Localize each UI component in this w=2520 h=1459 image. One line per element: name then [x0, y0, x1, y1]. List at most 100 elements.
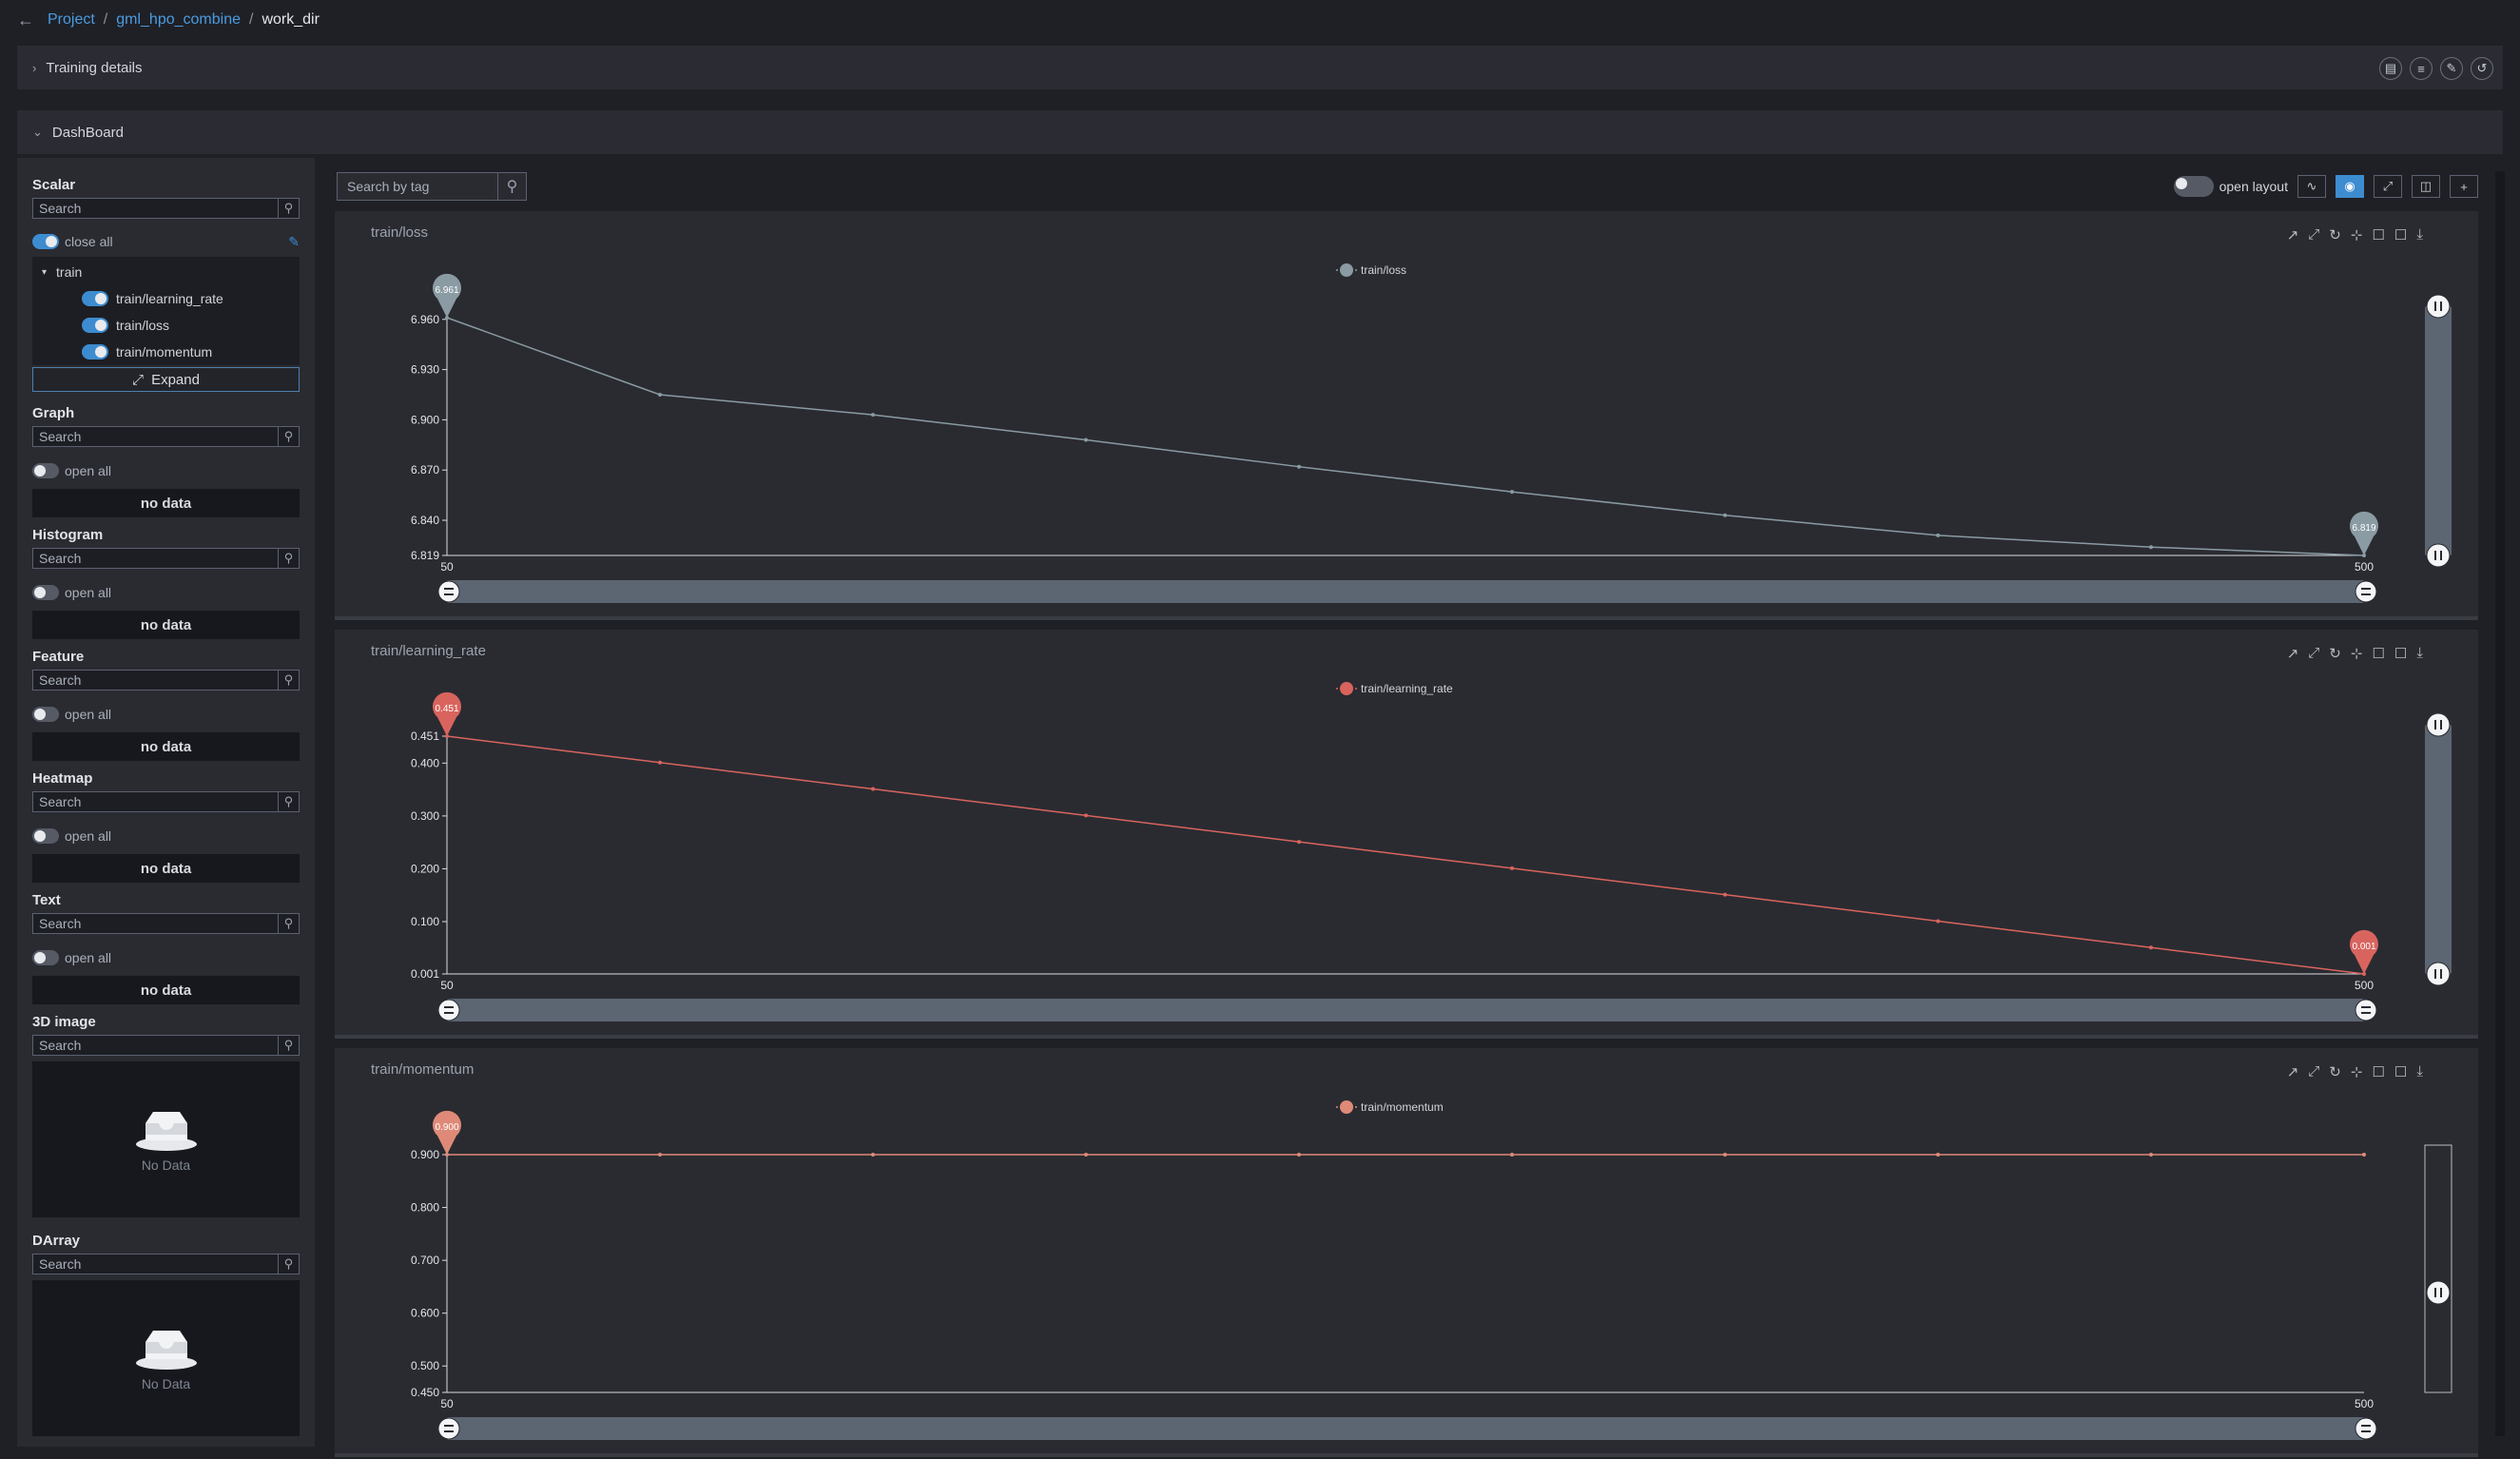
darray-search[interactable]: Search ⚲: [32, 1254, 300, 1274]
chart-panel-loss: train/loss ↗ ⤢ ↻ ⊹ ☐ ☐ ⤓ train/loss 6.960 6.930 6.9…: [335, 211, 2478, 620]
marker-label: 0.451: [435, 704, 458, 714]
x-zoom-handle: [437, 1417, 460, 1440]
back-arrow-icon[interactable]: ←: [17, 10, 34, 30]
feature-open-all-row: open all: [32, 704, 300, 725]
smooth-icon[interactable]: ∿: [2297, 175, 2326, 198]
add-icon[interactable]: +: [2450, 175, 2478, 198]
tag-search[interactable]: Search by tag ⚲: [337, 172, 527, 201]
data-point: [1936, 1153, 1940, 1157]
value-marker-pin: 0.001: [2350, 929, 2378, 974]
training-details-actions: ▤ ≡ ✎ ↺: [2379, 57, 2493, 80]
edit-icon[interactable]: ✎: [288, 234, 300, 250]
layout-icon[interactable]: ◫: [2412, 175, 2440, 198]
search-icon[interactable]: ⚲: [278, 914, 299, 933]
graph-search[interactable]: Search ⚲: [32, 426, 300, 447]
layers-icon[interactable]: ≡: [2410, 57, 2433, 80]
open-all-toggle[interactable]: [32, 585, 59, 600]
share-icon[interactable]: ↺: [2471, 57, 2493, 80]
histogram-search-input[interactable]: Search: [33, 549, 278, 568]
dashboard-header[interactable]: ⌄ DashBoard: [17, 110, 2503, 154]
marker-label: 6.819: [2352, 523, 2375, 534]
marker-pin-icon[interactable]: ◉: [2336, 175, 2364, 198]
feature-search-input[interactable]: Search: [33, 671, 278, 690]
x-zoom-slider: [447, 999, 2364, 1021]
data-point: [1297, 840, 1301, 845]
feature-search[interactable]: Search ⚲: [32, 670, 300, 691]
y-tick-label: 6.900: [411, 413, 439, 426]
darray-title: DArray: [32, 1233, 81, 1249]
scalar-search[interactable]: Search ⚲: [32, 198, 300, 219]
breadcrumb-project[interactable]: Project: [48, 11, 95, 29]
breadcrumb-combine[interactable]: gml_hpo_combine: [116, 11, 241, 29]
search-icon[interactable]: ⚲: [278, 427, 299, 446]
momentum-toggle[interactable]: [82, 344, 108, 360]
y-zoom-slider: [2425, 306, 2452, 555]
edit-icon[interactable]: ✎: [2440, 57, 2463, 80]
data-point: [1723, 1153, 1727, 1157]
image3d-search[interactable]: Search ⚲: [32, 1035, 300, 1056]
darray-search-input[interactable]: Search: [33, 1255, 278, 1274]
empty-inbox-icon: [135, 1112, 197, 1151]
heatmap-search[interactable]: Search ⚲: [32, 791, 300, 812]
open-all-toggle[interactable]: [32, 828, 59, 844]
learning-rate-toggle[interactable]: [82, 291, 108, 306]
search-icon[interactable]: ⚲: [278, 549, 299, 568]
search-icon[interactable]: ⚲: [278, 199, 299, 218]
x-tick-label: 50: [440, 1397, 454, 1410]
tree-item-label: train/momentum: [116, 344, 213, 360]
image3d-search-input[interactable]: Search: [33, 1036, 278, 1055]
open-layout-toggle[interactable]: [2173, 176, 2214, 197]
chart-panel-momentum: train/momentum ↗ ⤢ ↻ ⊹ ☐ ☐ ⤓ train/momentum 0.900…: [335, 1048, 2478, 1457]
y-zoom-handle: [2426, 712, 2451, 737]
tag-search-input[interactable]: Search by tag: [338, 173, 497, 200]
scalar-search-input[interactable]: Search: [33, 199, 278, 218]
y-tick-label: 0.400: [411, 756, 439, 769]
y-zoom-handle: [2426, 543, 2451, 568]
text-search-input[interactable]: Search: [33, 914, 278, 933]
data-point: [1723, 513, 1727, 517]
scalar-main-area: Search by tag ⚲ open layout ∿ ◉ ⤢ ◫ + tr…: [335, 164, 2478, 1457]
search-icon[interactable]: ⚲: [278, 671, 299, 690]
search-icon[interactable]: ⚲: [278, 1255, 299, 1274]
search-icon[interactable]: ⚲: [278, 1036, 299, 1055]
data-point: [1084, 813, 1088, 818]
marker-label: 0.001: [2352, 942, 2375, 952]
open-layout-label: open layout: [2219, 179, 2288, 194]
tree-group-label: train: [56, 264, 83, 280]
open-all-toggle[interactable]: [32, 463, 59, 478]
histogram-search[interactable]: Search ⚲: [32, 548, 300, 569]
text-search[interactable]: Search ⚲: [32, 913, 300, 934]
tree-item-label: train/loss: [116, 318, 170, 333]
text-block: Text Search ⚲ open all no data: [32, 892, 300, 1004]
heatmap-search-input[interactable]: Search: [33, 792, 278, 811]
fullscreen-icon[interactable]: ⤢: [2374, 175, 2402, 198]
search-icon[interactable]: ⚲: [497, 173, 526, 200]
loss-toggle[interactable]: [82, 318, 108, 333]
x-zoom-handle: [2355, 1417, 2377, 1440]
tree-group-train[interactable]: ▾ train: [32, 259, 300, 285]
graph-title: Graph: [32, 405, 75, 421]
tree-item-momentum[interactable]: train/momentum: [32, 339, 300, 365]
data-point: [1297, 464, 1301, 469]
open-all-toggle[interactable]: [32, 950, 59, 965]
training-details-header[interactable]: › Training details ▤ ≡ ✎ ↺: [17, 46, 2503, 89]
chevron-down-icon: ⌄: [32, 125, 43, 139]
empty-inbox-icon: [135, 1331, 197, 1370]
document-icon[interactable]: ▤: [2379, 57, 2402, 80]
y-tick-label: 0.900: [411, 1148, 439, 1161]
marker-label: 0.900: [435, 1122, 458, 1133]
graph-no-data: no data: [32, 489, 300, 517]
y-tick-label: 0.500: [411, 1359, 439, 1372]
open-all-toggle[interactable]: [32, 707, 59, 722]
tree-item-learning-rate[interactable]: train/learning_rate: [32, 285, 300, 312]
y-zoom-handle: [2426, 962, 2451, 986]
page-scrollbar[interactable]: [2495, 171, 2505, 1436]
expand-button[interactable]: ⤢ Expand: [32, 367, 300, 392]
tree-item-loss[interactable]: train/loss: [32, 312, 300, 339]
y-tick-label: 6.960: [411, 313, 439, 326]
y-zoom-handle: [2426, 294, 2451, 319]
graph-search-input[interactable]: Search: [33, 427, 278, 446]
search-icon[interactable]: ⚲: [278, 792, 299, 811]
value-marker-pin: 6.819: [2350, 511, 2378, 555]
close-all-toggle[interactable]: [32, 234, 59, 249]
